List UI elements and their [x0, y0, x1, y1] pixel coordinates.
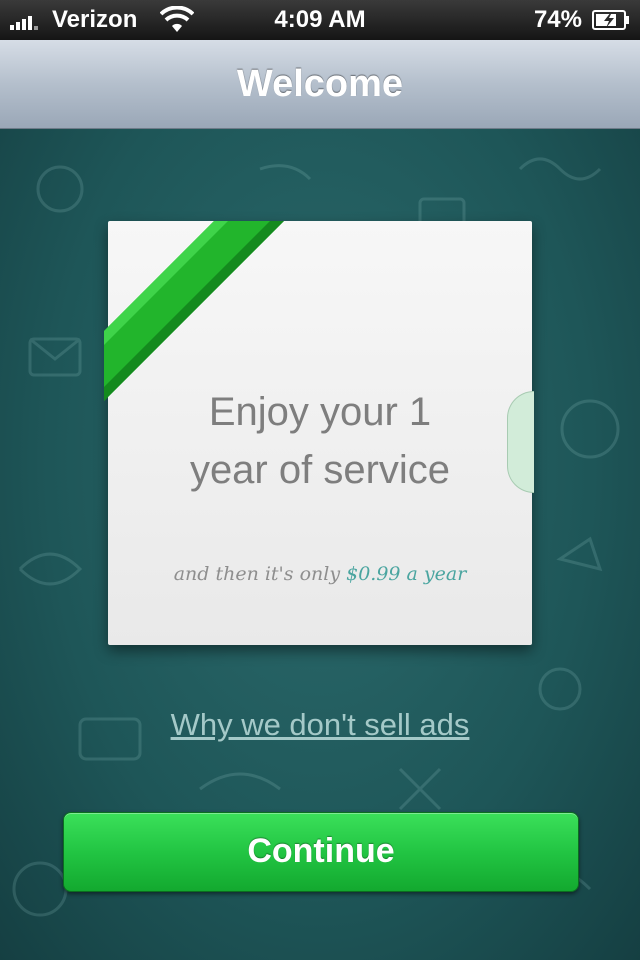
offer-subtext: and then it's only $0.99 a year: [128, 563, 512, 585]
offer-headline: Enjoy your 1 year of service: [128, 383, 512, 499]
navigation-bar: Welcome: [0, 40, 640, 129]
battery-charging-icon: [592, 10, 629, 30]
offer-headline-line2: year of service: [189, 448, 451, 492]
welcome-screen: Enjoy your 1 year of service and then it…: [0, 129, 640, 960]
offer-price: $0.99 a year: [346, 563, 467, 585]
offer-subtext-prefix: and then it's only: [173, 563, 341, 585]
status-bar: Verizon 4:09 AM 74%: [0, 0, 640, 40]
offer-card: Enjoy your 1 year of service and then it…: [104, 221, 534, 645]
offer-headline-line1: Enjoy your 1: [208, 390, 432, 434]
green-ribbon: [104, 221, 284, 401]
why-no-ads-link[interactable]: Why we don't sell ads: [0, 707, 640, 743]
continue-button[interactable]: Continue: [63, 812, 579, 892]
page-title: Welcome: [236, 63, 404, 105]
battery-percentage: 74%: [533, 6, 582, 33]
